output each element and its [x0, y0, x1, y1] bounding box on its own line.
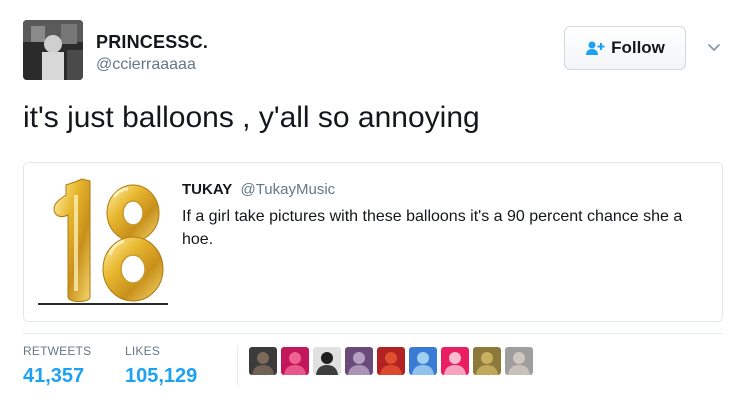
author-info[interactable]: PRINCESSC. @ccierraaaaa: [96, 32, 208, 75]
quoted-tweet-card[interactable]: TUKAY @TukayMusic If a girl take picture…: [23, 162, 723, 322]
likes-label: LIKES: [125, 344, 161, 358]
gold-number-18-balloons-image[interactable]: [38, 175, 168, 309]
author-avatar[interactable]: [23, 20, 83, 80]
follow-button[interactable]: Follow: [564, 26, 686, 70]
quoted-author-name[interactable]: TUKAY: [182, 181, 232, 198]
stats-divider: [237, 346, 238, 386]
liker-avatar[interactable]: [313, 347, 341, 375]
image-baseline: [38, 303, 168, 305]
liker-avatar[interactable]: [473, 347, 501, 375]
liker-avatar[interactable]: [505, 347, 533, 375]
liker-avatar[interactable]: [409, 347, 437, 375]
tweet-stats: RETWEETS 41,357 LIKES 105,129: [23, 333, 723, 395]
quoted-tweet-body: TUKAY @TukayMusic If a girl take picture…: [182, 180, 702, 251]
follow-label: Follow: [611, 38, 665, 57]
add-user-icon: [585, 40, 605, 56]
liker-avatar[interactable]: [345, 347, 373, 375]
liker-avatar[interactable]: [249, 347, 277, 375]
author-display-name[interactable]: PRINCESSC.: [96, 32, 208, 52]
tweet-header: PRINCESSC. @ccierraaaaa Follow: [23, 20, 723, 80]
liker-avatar[interactable]: [281, 347, 309, 375]
tweet-text: it's just balloons , y'all so annoying: [23, 101, 480, 134]
liker-avatars: [249, 347, 533, 381]
retweets-count: 41,357: [23, 365, 85, 387]
user-avatar-image: [23, 20, 83, 80]
likes-stat[interactable]: LIKES 105,129: [125, 344, 197, 388]
likes-count: 105,129: [125, 365, 198, 387]
retweets-label: RETWEETS: [23, 344, 92, 358]
quoted-author-line: TUKAY @TukayMusic: [182, 180, 702, 200]
quoted-tweet-text: If a girl take pictures with these ballo…: [182, 208, 683, 248]
author-handle[interactable]: @ccierraaaaa: [96, 55, 208, 75]
liker-avatar[interactable]: [377, 347, 405, 375]
quoted-author-handle[interactable]: @TukayMusic: [240, 181, 335, 198]
retweets-stat[interactable]: RETWEETS 41,357: [23, 344, 91, 388]
chevron-down-icon[interactable]: [706, 40, 722, 56]
liker-avatar[interactable]: [441, 347, 469, 375]
